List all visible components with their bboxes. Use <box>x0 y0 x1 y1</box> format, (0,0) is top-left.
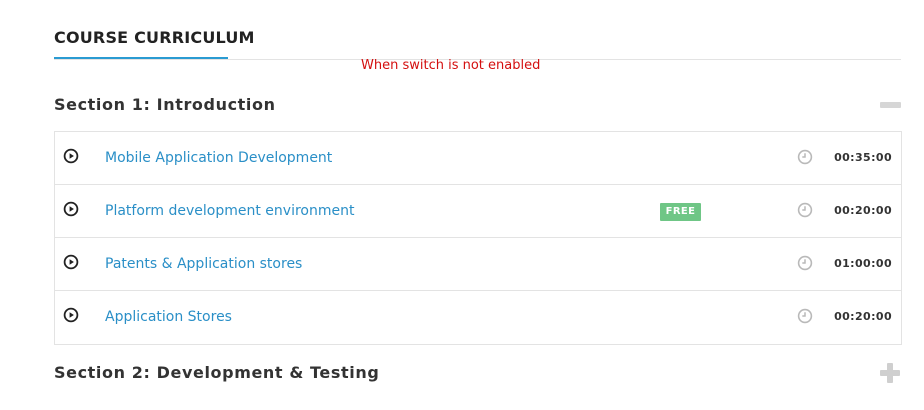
clock-icon <box>797 202 813 218</box>
clock-icon <box>797 149 813 165</box>
play-circle-icon[interactable] <box>63 254 79 270</box>
lesson-row[interactable]: Mobile Application Development 00:35:00 <box>55 132 901 185</box>
lesson-list: Mobile Application Development 00:35:00 … <box>54 131 902 345</box>
clock-icon <box>797 255 813 271</box>
play-circle-icon[interactable] <box>63 201 79 217</box>
plus-icon[interactable] <box>880 363 900 383</box>
lesson-title[interactable]: Platform development environment <box>105 203 354 219</box>
curriculum-tab-bar: COURSE CURRICULUM <box>54 0 901 60</box>
lesson-row[interactable]: Patents & Application stores 01:00:00 <box>55 238 901 291</box>
minus-icon[interactable] <box>880 102 901 108</box>
play-circle-icon[interactable] <box>63 148 79 164</box>
lesson-title[interactable]: Application Stores <box>105 309 232 325</box>
annotation-note: When switch is not enabled <box>361 58 541 73</box>
free-badge: FREE <box>660 203 701 221</box>
section-title[interactable]: Section 2: Development & Testing <box>54 363 379 382</box>
lesson-duration: 00:20:00 <box>834 204 892 217</box>
tab-course-curriculum[interactable]: COURSE CURRICULUM <box>54 28 255 47</box>
lesson-row[interactable]: Application Stores 00:20:00 <box>55 291 901 344</box>
active-tab-indicator <box>54 57 228 59</box>
clock-icon <box>797 308 813 324</box>
lesson-duration: 00:20:00 <box>834 310 892 323</box>
lesson-row[interactable]: Platform development environment FREE 00… <box>55 185 901 238</box>
play-circle-icon[interactable] <box>63 307 79 323</box>
lesson-duration: 00:35:00 <box>834 151 892 164</box>
lesson-title[interactable]: Patents & Application stores <box>105 256 302 272</box>
section-title[interactable]: Section 1: Introduction <box>54 95 276 114</box>
lesson-title[interactable]: Mobile Application Development <box>105 150 332 166</box>
lesson-duration: 01:00:00 <box>834 257 892 270</box>
